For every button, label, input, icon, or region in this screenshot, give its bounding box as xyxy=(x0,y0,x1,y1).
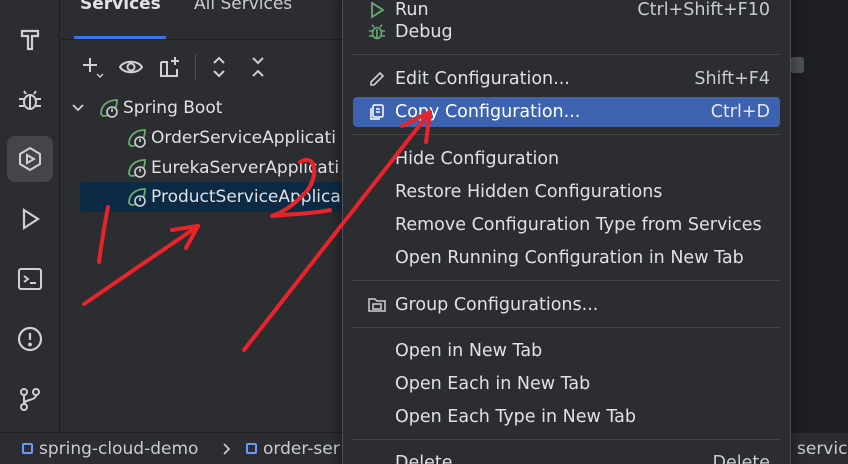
spring-boot-icon xyxy=(100,99,118,118)
spring-boot-icon xyxy=(128,159,146,178)
spring-boot-icon xyxy=(128,188,146,207)
context-menu: Run Ctrl+Shift+F10 Debug Edit Configurat… xyxy=(342,0,791,464)
menu-item-copy-configuration[interactable]: Copy Configuration... Ctrl+D xyxy=(353,97,780,127)
breadcrumb-item[interactable]: spring-cloud-demo xyxy=(22,439,198,459)
git-icon[interactable] xyxy=(7,376,53,422)
scrollbar-thumb[interactable] xyxy=(790,57,804,73)
tree-item-label: OrderServiceApplicati xyxy=(151,128,336,148)
problems-icon[interactable] xyxy=(7,316,53,362)
menu-separator xyxy=(353,280,780,281)
tree-item-order-service[interactable]: OrderServiceApplicati xyxy=(125,124,336,152)
active-tab-indicator xyxy=(74,36,166,39)
folder-group-icon xyxy=(366,294,388,316)
toolbar-separator xyxy=(195,54,196,80)
menu-item-restore-hidden[interactable]: Restore Hidden Configurations xyxy=(353,177,780,207)
menu-separator xyxy=(353,54,780,55)
module-icon xyxy=(22,443,33,454)
spring-boot-icon xyxy=(128,129,146,148)
terminal-icon[interactable] xyxy=(7,256,53,302)
menu-item-group-configurations[interactable]: Group Configurations... xyxy=(353,290,780,320)
tree-item-label: EurekaServerApplicati xyxy=(151,158,340,178)
debug-bug-icon xyxy=(366,21,388,43)
collapse-all-icon[interactable] xyxy=(245,54,271,80)
chevron-right-icon xyxy=(223,442,231,455)
services-toolbar xyxy=(61,46,351,86)
activity-bar xyxy=(0,0,60,432)
services-tabs: Services All Services xyxy=(61,0,351,40)
menu-item-edit-configuration[interactable]: Edit Configuration... Shift+F4 xyxy=(353,64,780,94)
pencil-icon xyxy=(366,68,388,90)
menu-item-remove-configuration-type[interactable]: Remove Configuration Type from Services xyxy=(353,210,780,240)
run-icon[interactable] xyxy=(7,196,53,242)
tree-group-spring-boot[interactable]: Spring Boot xyxy=(71,94,222,122)
tree-item-label: ProductServiceApplica xyxy=(151,187,341,207)
copy-icon xyxy=(366,101,388,123)
module-icon xyxy=(246,443,257,454)
breadcrumb-trailing[interactable]: servic xyxy=(797,439,847,459)
menu-item-open-each-in-new-tab[interactable]: Open Each in New Tab xyxy=(353,369,780,399)
tab-services[interactable]: Services xyxy=(80,0,161,14)
tree-group-label: Spring Boot xyxy=(123,98,223,118)
tree-item-product-service[interactable]: ProductServiceApplica xyxy=(80,182,360,212)
menu-separator xyxy=(353,327,780,328)
debug-bug-icon[interactable] xyxy=(7,77,53,123)
eye-icon[interactable] xyxy=(118,54,144,80)
menu-item-open-in-new-tab[interactable]: Open in New Tab xyxy=(353,336,780,366)
menu-item-debug[interactable]: Debug xyxy=(353,17,780,47)
chevron-down-icon[interactable] xyxy=(71,101,85,115)
menu-item-open-running-configuration[interactable]: Open Running Configuration in New Tab xyxy=(353,243,780,273)
build-hammer-icon[interactable] xyxy=(7,16,53,62)
menu-item-hide-configuration[interactable]: Hide Configuration xyxy=(353,144,780,174)
new-group-icon[interactable] xyxy=(157,54,183,80)
menu-separator xyxy=(353,134,780,135)
tree-item-eureka-server[interactable]: EurekaServerApplicati xyxy=(125,154,339,182)
services-icon[interactable] xyxy=(7,136,53,182)
menu-separator xyxy=(353,439,780,440)
tab-all-services[interactable]: All Services xyxy=(194,0,292,14)
expand-all-icon[interactable] xyxy=(206,54,232,80)
menu-item-delete[interactable]: Delete Delete xyxy=(353,448,780,464)
breadcrumb-item[interactable]: order-ser xyxy=(246,439,340,459)
services-panel: Services All Services Spring Boot OrderS… xyxy=(61,0,360,432)
add-icon[interactable] xyxy=(79,54,105,80)
menu-item-open-each-type-in-new-tab[interactable]: Open Each Type in New Tab xyxy=(353,402,780,432)
